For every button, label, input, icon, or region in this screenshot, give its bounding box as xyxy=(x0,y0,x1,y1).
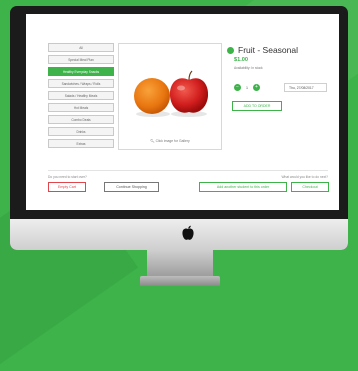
add-another-student-button[interactable]: Add another student to this order xyxy=(199,182,287,192)
gallery-caption[interactable]: 🔍︎ Click image for Gallery xyxy=(119,139,221,143)
monitor-chin xyxy=(10,219,348,250)
sidebar-item-hot-meals[interactable]: Hot Meals xyxy=(48,103,114,112)
sidebar-item-special-meal-plan[interactable]: Special Meal Plan xyxy=(48,55,114,64)
product-price: $1.00 xyxy=(234,57,248,63)
decrement-button[interactable]: − xyxy=(234,84,241,91)
start-over-question: Do you need to start over? xyxy=(48,175,87,179)
empty-cart-button[interactable]: Empty Cart xyxy=(48,182,86,192)
add-to-order-button[interactable]: ADD TO ORDER xyxy=(232,101,282,111)
screen: All Special Meal Plan Healthy Everyday S… xyxy=(26,14,339,210)
continue-shopping-button[interactable]: Continue Shopping xyxy=(104,182,159,192)
checkout-button[interactable]: Checkout xyxy=(291,182,329,192)
product-title: Fruit - Seasonal xyxy=(238,45,298,55)
fruit-illustration xyxy=(134,70,209,117)
sidebar-item-extras[interactable]: Extras xyxy=(48,139,114,148)
sidebar-item-healthy-snacks[interactable]: Healthy Everyday Snacks xyxy=(48,67,114,76)
product-image[interactable]: 🔍︎ Click image for Gallery xyxy=(118,43,222,150)
category-sidebar: All Special Meal Plan Healthy Everyday S… xyxy=(48,43,114,151)
sidebar-item-sandwiches[interactable]: Sandwiches / Wraps / Rolls xyxy=(48,79,114,88)
divider xyxy=(48,170,328,171)
sidebar-item-drinks[interactable]: Drinks xyxy=(48,127,114,136)
next-step-question: What would you like to do next? xyxy=(281,175,328,179)
quantity-stepper: − 1 + xyxy=(234,84,260,91)
date-field[interactable]: Thu, 27/08/2017 xyxy=(284,83,327,92)
increment-button[interactable]: + xyxy=(253,84,260,91)
sidebar-item-salads[interactable]: Salads / Healthy Meals xyxy=(48,91,114,100)
apple-icon xyxy=(169,78,209,113)
sidebar-item-combo-deals[interactable]: Combo Deals xyxy=(48,115,114,124)
sidebar-item-all[interactable]: All xyxy=(48,43,114,52)
monitor-stand xyxy=(147,250,213,278)
apple-logo-icon xyxy=(182,225,194,240)
magnifier-icon: 🔍︎ xyxy=(150,139,155,143)
status-dot-icon xyxy=(227,46,234,54)
orange-icon xyxy=(134,78,170,114)
monitor-stand-base xyxy=(140,276,220,286)
availability-text: Availability: In stock xyxy=(234,66,263,70)
quantity-value[interactable]: 1 xyxy=(241,86,253,90)
product-title-row: Fruit - Seasonal xyxy=(227,45,298,55)
